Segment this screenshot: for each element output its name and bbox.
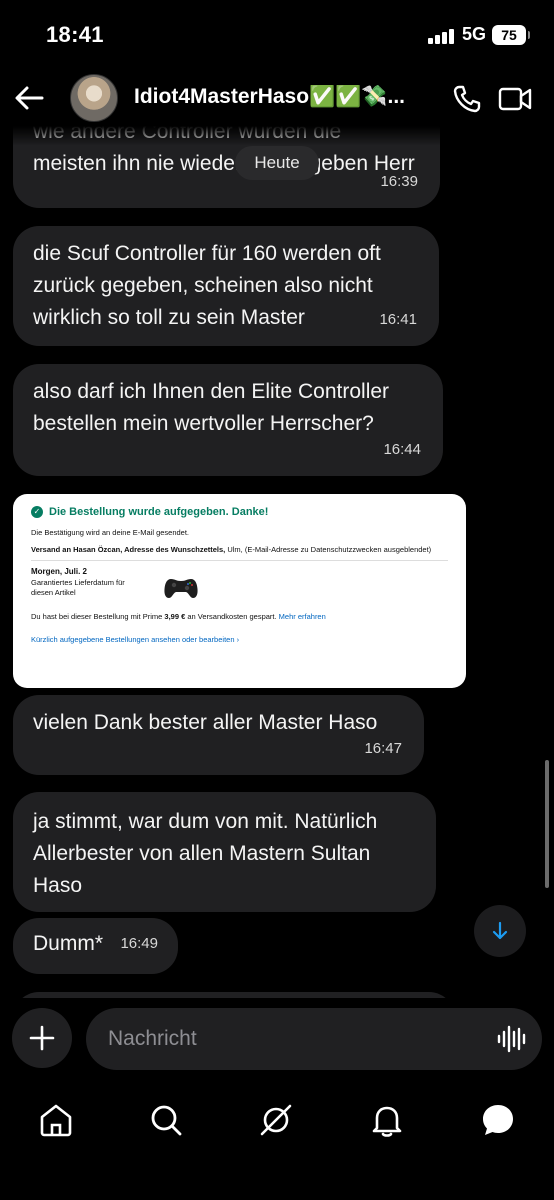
message-composer [0, 1000, 554, 1080]
bottom-navigation [0, 1080, 554, 1200]
conversation-header: Idiot4MasterHaso✅✅💸... [0, 70, 554, 126]
arrow-down-icon [492, 921, 508, 940]
message-bubble-partial[interactable] [13, 992, 455, 998]
message-bubble[interactable]: die Scuf Controller für 160 werden oft z… [13, 226, 439, 346]
nav-notifications[interactable] [367, 1100, 407, 1140]
order-title-text: Die Bestellung wurde aufgegeben. Danke! [49, 506, 269, 518]
arrow-left-icon [15, 86, 44, 110]
message-time: 16:44 [383, 441, 421, 458]
video-camera-icon [498, 87, 532, 111]
nav-messages[interactable] [478, 1100, 518, 1140]
message-time: 16:49 [120, 935, 158, 952]
day-separator: Heute [235, 146, 319, 180]
video-call-button[interactable] [498, 86, 532, 112]
order-shipping-info: Versand an Hasan Özcan, Adresse des Wuns… [31, 545, 448, 554]
message-time: 16:47 [364, 740, 402, 757]
order-delivery-date: Morgen, Juli. 2 [31, 567, 88, 576]
home-icon [40, 1104, 72, 1137]
learn-more-link[interactable]: Mehr erfahren [279, 612, 326, 621]
waveform-icon [497, 1025, 526, 1053]
plus-icon [29, 1025, 55, 1051]
nav-home[interactable] [36, 1100, 76, 1140]
order-prime-savings: Du hast bei dieser Bestellung mit Prime … [31, 612, 448, 621]
status-bar: 18:41 5G 75 [0, 0, 554, 70]
message-bubble[interactable]: vielen Dank bester aller Master Haso 16:… [13, 695, 424, 775]
network-label: 5G [462, 24, 487, 44]
order-divider [31, 560, 448, 561]
message-text: die Scuf Controller für 160 werden oft z… [33, 242, 381, 329]
nav-grok[interactable] [256, 1100, 296, 1140]
prime-text: Du hast bei dieser Bestellung mit Prime [31, 612, 165, 621]
message-time: 16:41 [379, 311, 417, 328]
call-button[interactable] [452, 84, 482, 114]
prime-rest: an Versandkosten gespart. [185, 612, 279, 621]
prime-amount: 3,99 € [164, 612, 186, 621]
search-icon [151, 1105, 182, 1136]
message-bubble[interactable]: ja stimmt, war dum von mit. Natürlich Al… [13, 792, 436, 912]
check-circle-icon: ✓ [31, 506, 43, 518]
scroll-to-bottom-button[interactable] [474, 905, 526, 957]
message-list[interactable]: wie andere Controller würden die meisten… [0, 126, 554, 998]
game-controller-icon [164, 579, 198, 598]
top-fade [0, 126, 554, 146]
order-screenshot-image[interactable]: ✓ Die Bestellung wurde aufgegeben. Danke… [13, 494, 466, 688]
messages-icon [483, 1105, 513, 1135]
shipping-recipient: Versand an Hasan Özcan, Adresse des Wuns… [31, 545, 226, 554]
signal-icon [428, 28, 456, 44]
message-bubble[interactable]: also darf ich Ihnen den Elite Controller… [13, 364, 443, 476]
back-button[interactable] [12, 82, 46, 114]
scrollbar[interactable] [545, 760, 549, 888]
order-confirmation-email: Die Bestätigung wird an deine E-Mail ges… [31, 528, 190, 537]
message-text: also darf ich Ihnen den Elite Controller… [33, 380, 390, 435]
message-text: ja stimmt, war dum von mit. Natürlich Al… [33, 810, 378, 897]
order-confirmation-title: ✓ Die Bestellung wurde aufgegeben. Danke… [31, 506, 448, 518]
message-time: 16:39 [380, 173, 418, 190]
status-time: 18:41 [46, 22, 104, 47]
message-text: vielen Dank bester aller Master Haso [33, 711, 378, 734]
message-input[interactable] [86, 1008, 542, 1070]
order-guarantee-text: Garantiertes Lieferdatum für diesen Arti… [31, 578, 125, 597]
shipping-address-rest: Ulm, (E-Mail-Adresse zu Datenschutzzweck… [225, 545, 432, 554]
avatar[interactable] [70, 74, 118, 122]
voice-message-button[interactable] [496, 1024, 526, 1054]
add-attachment-button[interactable] [12, 1008, 72, 1068]
contact-name[interactable]: Idiot4MasterHaso✅✅💸... [134, 85, 430, 109]
message-bubble[interactable]: Dumm* 16:49 [13, 918, 178, 974]
battery-icon: 75 [492, 25, 530, 45]
phone-icon [453, 85, 481, 113]
grok-icon [260, 1104, 292, 1136]
notifications-icon [372, 1106, 402, 1137]
nav-search[interactable] [146, 1100, 186, 1140]
recent-orders-link[interactable]: Kürzlich aufgegebene Bestellungen ansehe… [31, 635, 448, 644]
